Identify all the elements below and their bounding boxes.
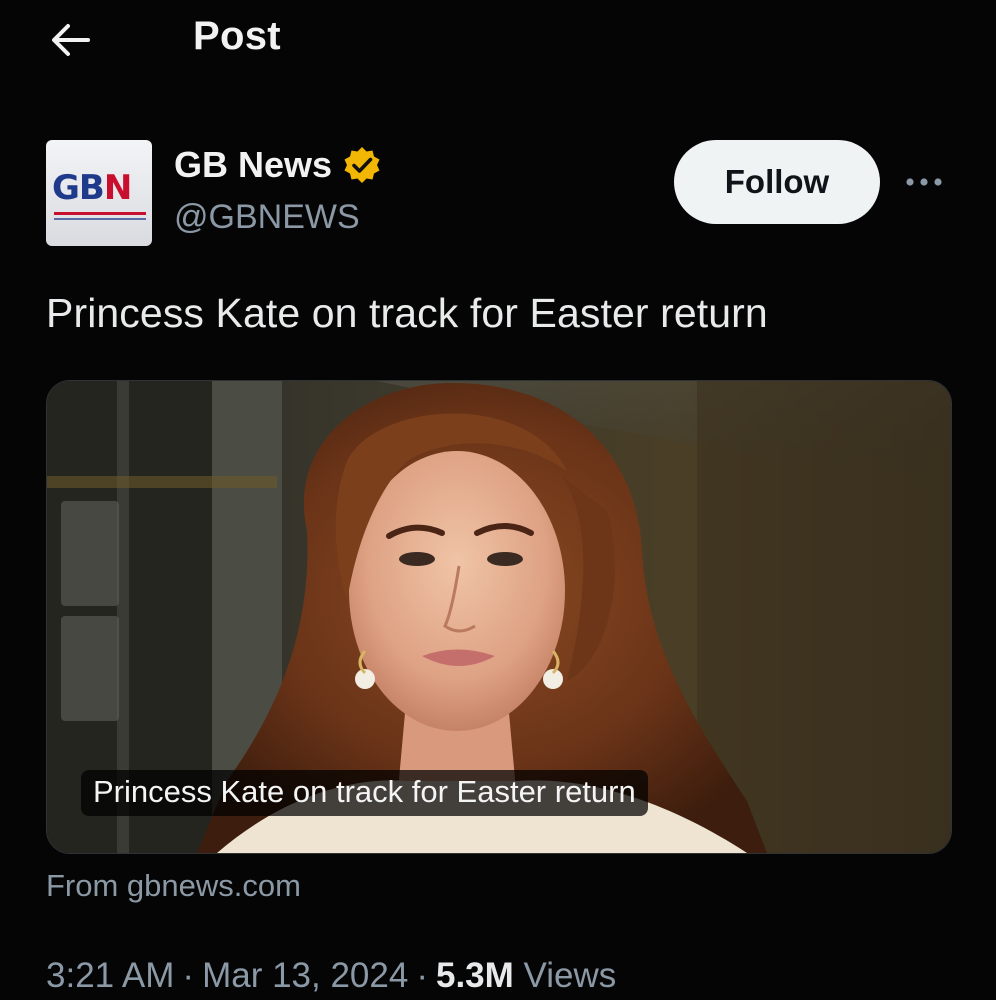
avatar[interactable]: GBN (46, 140, 152, 246)
follow-button[interactable]: Follow (674, 140, 880, 224)
views-label: Views (523, 956, 617, 995)
link-preview-card[interactable]: Princess Kate on track for Easter return (46, 380, 952, 854)
meta-separator: · (182, 956, 195, 995)
verified-badge-icon (344, 147, 380, 183)
meta-separator: · (416, 956, 428, 995)
card-caption: Princess Kate on track for Easter return (81, 770, 648, 816)
page-title: Post (193, 14, 281, 58)
arrow-left-icon (52, 24, 90, 56)
post-meta: 3:21 AM · Mar 13, 2024 · 5.3M Views (46, 956, 616, 996)
author-name-text: GB News (174, 144, 333, 185)
card-source-link[interactable]: From gbnews.com (46, 868, 301, 904)
author-handle[interactable]: @GBNEWS (174, 198, 360, 237)
more-horizontal-icon (906, 178, 942, 186)
logo-stripe-secondary (54, 218, 146, 220)
post-time: 3:21 AM (46, 956, 175, 995)
back-button[interactable] (44, 14, 96, 66)
post-detail-screen: Post GBN GB News @GBNEWS Follow Princess… (0, 0, 996, 1000)
post-text: Princess Kate on track for Easter return (46, 290, 768, 336)
logo-stripe (54, 212, 146, 215)
views-count: 5.3M (435, 956, 514, 995)
gb-news-logo: GBN (52, 168, 132, 208)
post-date: Mar 13, 2024 (202, 956, 409, 995)
more-options-button[interactable] (902, 162, 946, 202)
top-bar: Post (0, 0, 996, 80)
author-display-name[interactable]: GB News (174, 144, 382, 186)
